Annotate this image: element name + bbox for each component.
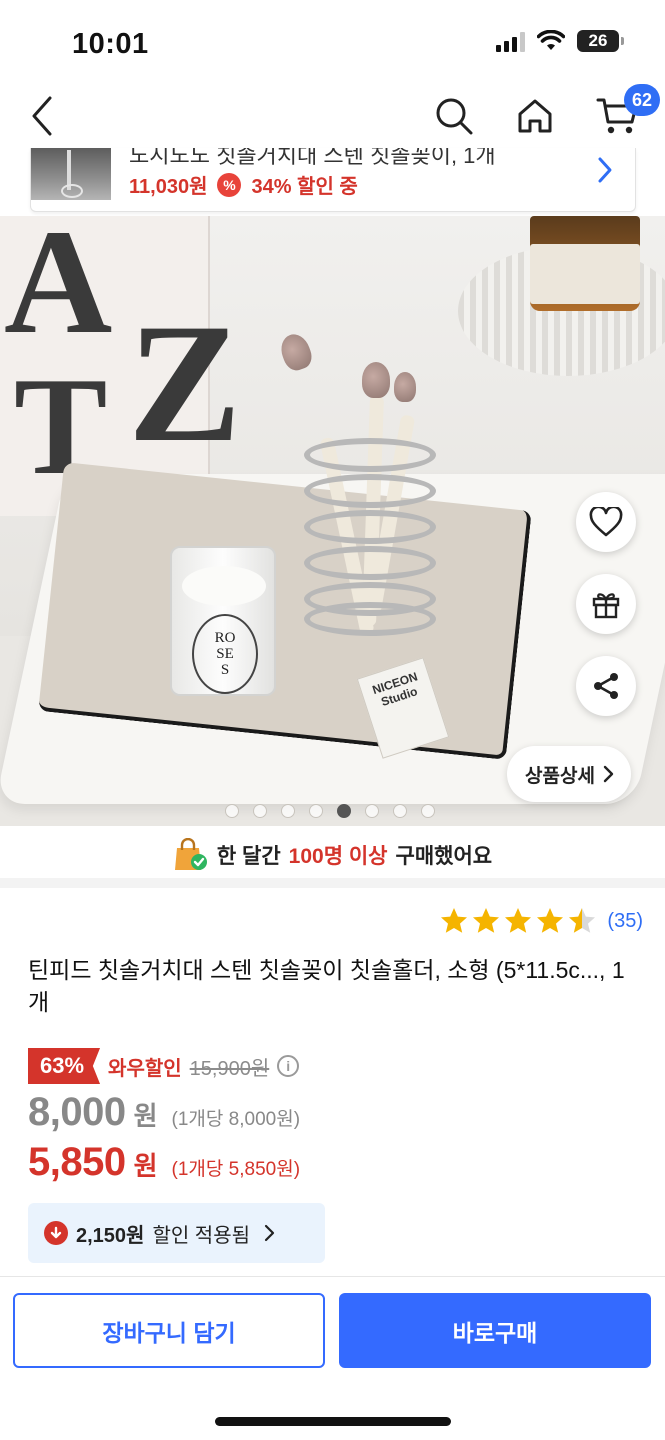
gallery-dot[interactable]	[280, 804, 295, 818]
star-icon	[505, 908, 532, 933]
recent-product-banner[interactable]: 노시노노 칫솔거치대 스텐 칫솔꽂이, 1개 11,030원 % 34% 할인 …	[30, 148, 636, 212]
product-title: 틴피드 칫솔거치대 스텐 칫솔꽂이 칫솔홀더, 소형 (5*11.5c..., …	[28, 957, 625, 1015]
gift-icon	[592, 593, 620, 619]
gallery-dot[interactable]	[252, 804, 267, 818]
star-icon	[569, 908, 596, 933]
recent-product-thumbnail	[31, 148, 111, 200]
cart-count-badge: 62	[624, 84, 660, 116]
gallery-dot[interactable]	[420, 804, 435, 818]
product-image-gallery[interactable]: A T Z NICEON Studio RO SE S 상품상세	[0, 216, 665, 826]
sale-price-row: 5,850 원 (1개당 5,850원)	[28, 1140, 300, 1185]
recent-product-price-row: 11,030원 % 34% 할인 중	[129, 170, 358, 199]
image-linen-cloth	[38, 462, 532, 760]
original-price: 15,900원	[189, 1057, 270, 1080]
chevron-right-icon	[264, 1224, 275, 1242]
gift-button[interactable]	[576, 574, 636, 634]
purchase-notice-suffix: 구매했어요	[395, 845, 493, 868]
section-divider	[0, 878, 665, 888]
chevron-left-icon	[32, 96, 52, 136]
home-indicator	[215, 1417, 451, 1426]
rating-row[interactable]: (35)	[439, 906, 643, 936]
base-price-currency: 원	[133, 1101, 158, 1131]
top-nav-bar	[0, 80, 665, 154]
chevron-right-icon	[603, 765, 614, 783]
bottom-action-bar: 장바구니 담기 바로구매	[0, 1276, 665, 1440]
gallery-dot[interactable]	[364, 804, 379, 818]
back-button[interactable]	[20, 94, 64, 138]
recent-product-title: 노시노노 칫솔거치대 스텐 칫솔꽂이, 1개	[129, 148, 496, 168]
base-price-row: 8,000 원 (1개당 8,000원)	[28, 1090, 300, 1135]
percent-icon: %	[217, 172, 242, 197]
star-rating	[439, 906, 597, 936]
discount-amount: 2,150원	[76, 1224, 145, 1247]
product-detail-button[interactable]: 상품상세	[507, 746, 631, 802]
heart-icon	[589, 507, 623, 537]
wifi-icon	[537, 30, 565, 50]
gallery-pagination	[0, 804, 665, 818]
review-count-link[interactable]: (35)	[607, 910, 643, 933]
image-jar-label	[530, 244, 640, 304]
gallery-dot[interactable]	[336, 804, 351, 818]
sale-price-currency: 원	[133, 1151, 158, 1181]
cellular-signal-icon	[496, 30, 525, 52]
chevron-right-icon	[598, 157, 612, 183]
base-price: 8,000	[28, 1090, 126, 1134]
wow-discount-label: 와우할인	[108, 1057, 182, 1080]
home-icon	[518, 99, 552, 133]
star-icon	[441, 908, 468, 933]
wishlist-button[interactable]	[576, 492, 636, 552]
purchase-notice-prefix: 한 달간	[216, 845, 281, 868]
status-icons: 26	[496, 30, 624, 52]
search-button[interactable]	[432, 94, 476, 138]
product-detail-label: 상품상세	[525, 765, 595, 787]
info-icon[interactable]: i	[277, 1055, 300, 1077]
star-icon	[473, 908, 500, 933]
star-icon	[537, 908, 564, 933]
add-to-cart-button[interactable]: 장바구니 담기	[13, 1293, 325, 1368]
recent-product-price: 11,030원	[129, 176, 208, 198]
search-icon	[436, 98, 473, 135]
share-icon	[594, 673, 618, 699]
down-arrow-icon	[44, 1221, 68, 1245]
image-candle: RO SE S	[170, 546, 276, 696]
status-time: 10:01	[72, 28, 149, 60]
product-detail-page: 10:01 26 62 노시노노 칫솔거치대 스텐 칫솔꽂이, 1개 11,03…	[0, 0, 665, 1440]
base-unit-price: (1개당 8,000원)	[171, 1109, 301, 1130]
gallery-dot[interactable]	[224, 804, 239, 818]
discount-percent-badge: 63%	[28, 1048, 101, 1084]
battery-icon: 26	[577, 30, 624, 52]
home-button[interactable]	[513, 94, 557, 138]
sale-unit-price: (1개당 5,850원)	[171, 1159, 301, 1180]
purchase-notice-count: 100명 이상	[288, 845, 388, 868]
shopping-bag-check-icon	[174, 838, 207, 870]
recent-product-discount: 34% 할인 중	[251, 176, 358, 198]
gallery-dot[interactable]	[308, 804, 323, 818]
status-bar: 10:01 26	[0, 0, 665, 80]
sale-price: 5,850	[28, 1140, 126, 1184]
gallery-dot[interactable]	[392, 804, 407, 818]
share-button[interactable]	[576, 656, 636, 716]
purchase-notice: 한 달간 100명 이상 구매했어요	[0, 832, 665, 878]
image-brush-holder	[276, 330, 440, 636]
buy-now-button[interactable]: 바로구매	[339, 1293, 651, 1368]
discount-row: 63% 와우할인 15,900원 i	[28, 1048, 300, 1084]
discount-applied-button[interactable]: 2,150원 할인 적용됨	[28, 1203, 325, 1263]
discount-applied-text: 할인 적용됨	[152, 1224, 251, 1247]
